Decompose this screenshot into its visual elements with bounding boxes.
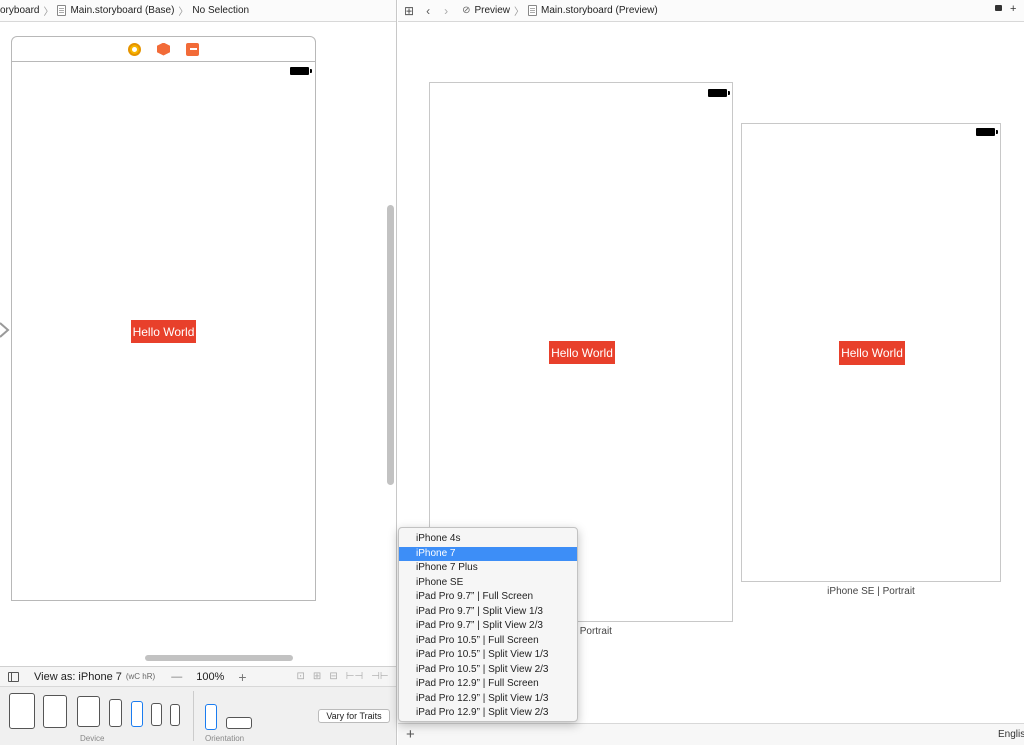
device-ipad-pro-12-icon[interactable] xyxy=(9,693,35,729)
vertical-scrollbar[interactable] xyxy=(387,205,394,485)
orientation-section-label: Orientation xyxy=(205,734,245,743)
jump-bar-file[interactable]: Main.storyboard (Base) xyxy=(57,5,174,16)
preview-device-iphone-se[interactable]: Hello World xyxy=(741,123,1001,582)
battery-icon xyxy=(976,128,998,136)
jump-bar-preview-file[interactable]: Main.storyboard (Preview) xyxy=(541,5,658,16)
jump-bar-preview[interactable]: Preview xyxy=(474,5,510,16)
menu-item-ipad-pro-9-full[interactable]: iPad Pro 9.7” | Full Screen xyxy=(399,590,577,605)
language-selector[interactable]: Englis xyxy=(998,729,1024,740)
storyboard-file-icon xyxy=(57,5,67,16)
size-class-traits: (wC hR) xyxy=(125,672,156,681)
zoom-out-button[interactable]: — xyxy=(171,671,182,683)
vary-for-traits-button[interactable]: Vary for Traits xyxy=(318,709,390,723)
zoom-level: 100% xyxy=(196,670,225,683)
device-ipad-pro-9-icon[interactable] xyxy=(77,696,100,727)
jump-bar-item-file: Main.storyboard (Base) xyxy=(70,5,175,16)
resolve-issues-icon[interactable]: ⊣⊢ xyxy=(371,671,388,682)
menu-item-iphone-se[interactable]: iPhone SE xyxy=(399,576,577,591)
hello-world-label: Hello World xyxy=(839,341,905,365)
exit-icon[interactable] xyxy=(186,42,199,56)
orientation-landscape-icon[interactable] xyxy=(226,717,252,729)
storyboard-editor-pane: oryboard 〉 Main.storyboard (Base) 〉 No S… xyxy=(0,0,397,745)
hello-world-label[interactable]: Hello World xyxy=(131,320,196,343)
scene-dock xyxy=(12,37,315,62)
hello-world-label: Hello World xyxy=(549,341,615,364)
storyboard-file-icon xyxy=(528,5,538,16)
menu-item-ipad-pro-12-split-1-3[interactable]: iPad Pro 12.9” | Split View 1/3 xyxy=(399,692,577,707)
menu-item-ipad-pro-12-split-2-3[interactable]: iPad Pro 12.9” | Split View 2/3 xyxy=(399,706,577,721)
bar-divider xyxy=(193,691,194,741)
horizontal-scrollbar[interactable] xyxy=(145,655,293,661)
view-as-bar: View as: iPhone 7 (wC hR) — 100% + ⊡ ⊞ ⊟… xyxy=(0,666,396,686)
jump-bar-storyboard-group[interactable]: oryboard xyxy=(0,5,39,16)
menu-item-ipad-pro-9-split-2-3[interactable]: iPad Pro 9.7” | Split View 2/3 xyxy=(399,619,577,634)
menu-item-iphone-7[interactable]: iPhone 7 xyxy=(399,546,577,561)
document-outline-toggle-icon[interactable] xyxy=(8,671,19,682)
view-controller-icon[interactable] xyxy=(128,42,141,56)
menu-item-ipad-pro-10-full[interactable]: iPad Pro 10.5” | Full Screen xyxy=(399,634,577,649)
preview-icon: ⊘ xyxy=(462,5,471,16)
preview-bottom-bar: + Englis xyxy=(398,723,1024,745)
right-jump-bar: ⊞ ‹ › ⊘ Preview 〉 Main.storyboard (Previ… xyxy=(398,0,1024,22)
left-jump-bar: oryboard 〉 Main.storyboard (Base) 〉 No S… xyxy=(0,0,396,22)
view-as-label[interactable]: View as: iPhone 7 xyxy=(34,671,122,683)
view-controller-scene[interactable]: Hello World xyxy=(11,36,316,601)
entry-point-arrow-icon xyxy=(0,322,10,338)
chevron-left-icon[interactable]: ‹ xyxy=(426,4,430,18)
device-iphone-4s-icon[interactable] xyxy=(170,704,180,726)
battery-icon xyxy=(708,89,730,97)
menu-item-ipad-pro-12-full[interactable]: iPad Pro 12.9” | Full Screen xyxy=(399,677,577,692)
menu-item-iphone-7-plus[interactable]: iPhone 7 Plus xyxy=(399,561,577,576)
device-configuration-bar: Device Orientation Vary for Traits xyxy=(0,686,396,745)
embed-in-stack-icon[interactable]: ⊡ xyxy=(297,671,305,682)
jump-bar-selection[interactable]: No Selection xyxy=(192,5,249,16)
device-iphone-plus-icon[interactable] xyxy=(109,699,122,727)
chevron-right-icon[interactable]: › xyxy=(444,4,448,18)
chevron-right-icon: 〉 xyxy=(178,7,189,18)
add-device-menu: iPhone 4s iPhone 7 iPhone 7 Plus iPhone … xyxy=(398,527,578,722)
orientation-portrait-icon[interactable] xyxy=(205,704,217,730)
device-section-label: Device xyxy=(80,734,105,743)
align-icon[interactable]: ⊟ xyxy=(329,671,337,682)
add-editor-icon[interactable]: + xyxy=(1010,3,1016,15)
related-items-grid-icon[interactable]: ⊞ xyxy=(404,4,414,18)
preview-caption-iphone-se: iPhone SE | Portrait xyxy=(827,586,915,597)
lock-icon[interactable] xyxy=(995,5,1002,11)
menu-item-ipad-pro-9-split-1-3[interactable]: iPad Pro 9.7” | Split View 1/3 xyxy=(399,605,577,620)
battery-icon xyxy=(290,67,312,75)
chevron-right-icon: 〉 xyxy=(43,7,54,18)
chevron-right-icon: 〉 xyxy=(514,7,525,18)
device-ipad-pro-10-icon[interactable] xyxy=(43,695,67,728)
zoom-in-button[interactable]: + xyxy=(238,669,246,685)
add-constraints-icon[interactable]: ⊢⊣ xyxy=(346,671,363,682)
jump-bar-item-group: oryboard xyxy=(0,5,40,16)
jump-bar-item-selection: No Selection xyxy=(192,5,250,16)
first-responder-icon[interactable] xyxy=(157,42,170,56)
add-preview-device-button[interactable]: + xyxy=(406,726,415,743)
device-iphone-se-icon[interactable] xyxy=(151,703,162,726)
menu-item-iphone-4s[interactable]: iPhone 4s xyxy=(399,532,577,547)
device-iphone-7-icon[interactable] xyxy=(131,701,143,727)
menu-item-ipad-pro-10-split-1-3[interactable]: iPad Pro 10.5” | Split View 1/3 xyxy=(399,648,577,663)
update-frames-icon[interactable]: ⊞ xyxy=(313,671,321,682)
menu-item-ipad-pro-10-split-2-3[interactable]: iPad Pro 10.5” | Split View 2/3 xyxy=(399,663,577,678)
